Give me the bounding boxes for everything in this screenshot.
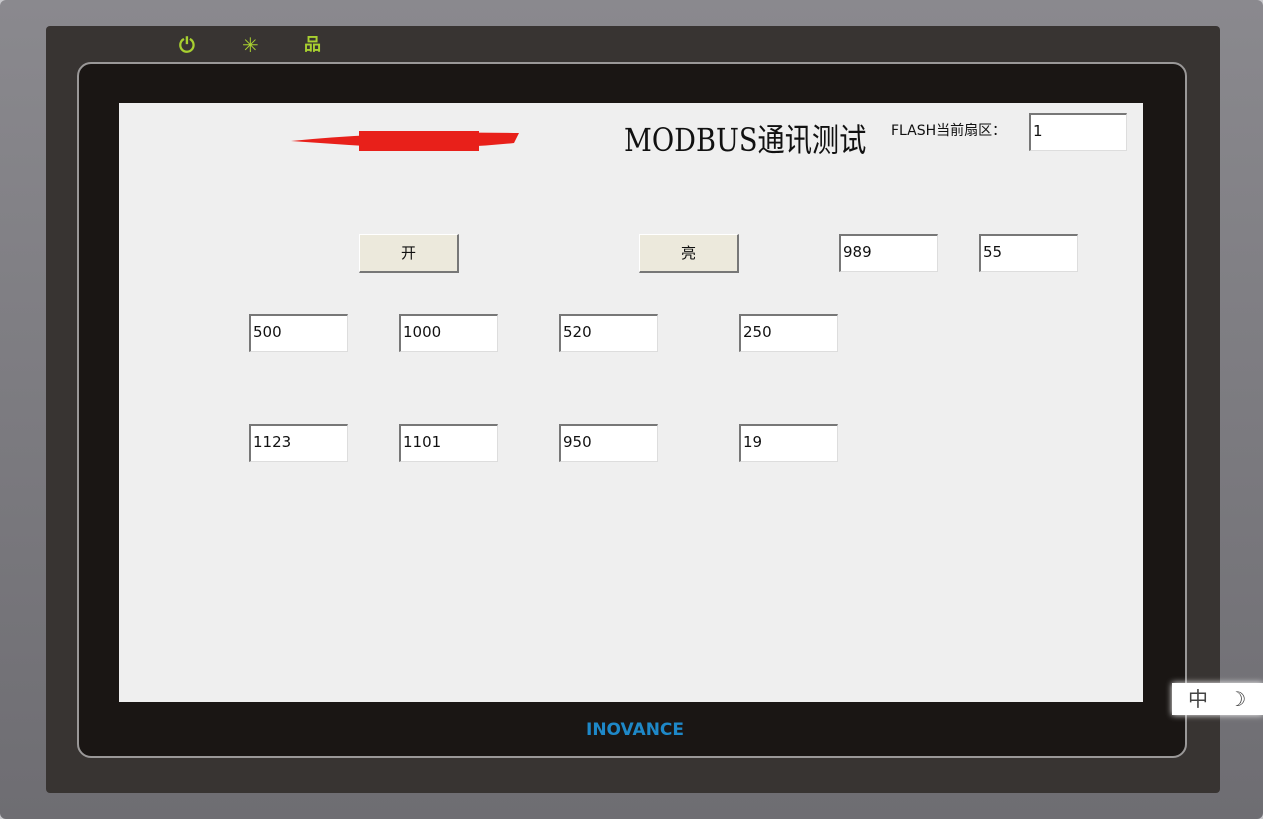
value-field[interactable]: 989: [839, 234, 938, 272]
network-icon: 品: [304, 35, 321, 55]
value-field[interactable]: 19: [739, 424, 838, 462]
activity-icon: ✳: [242, 33, 259, 57]
value-field[interactable]: 55: [979, 234, 1078, 272]
brand-logo: INOVANCE: [586, 720, 685, 740]
ime-toolbar[interactable]: 中 ☽: [1172, 683, 1263, 715]
open-button[interactable]: 开: [359, 234, 459, 273]
flash-sector-label: FLASH当前扇区：: [891, 123, 1007, 139]
value-field[interactable]: 1000: [399, 314, 498, 352]
value-field[interactable]: 1101: [399, 424, 498, 462]
hmi-screen: MODBUS通讯测试 FLASH当前扇区： 1 开 亮 989 55 500 1…: [119, 103, 1143, 702]
bright-button[interactable]: 亮: [639, 234, 739, 273]
page-title: MODBUS通讯测试: [624, 121, 867, 159]
half-width-icon[interactable]: ☽: [1228, 687, 1246, 711]
value-field[interactable]: 950: [559, 424, 658, 462]
ime-mode-indicator[interactable]: 中: [1188, 687, 1208, 711]
power-icon: ⏻: [179, 33, 195, 57]
value-field[interactable]: 520: [559, 314, 658, 352]
value-field[interactable]: 1123: [249, 424, 348, 462]
value-field[interactable]: 250: [739, 314, 838, 352]
flash-sector-field[interactable]: 1: [1029, 113, 1127, 151]
value-field[interactable]: 500: [249, 314, 348, 352]
redaction-mark: [291, 131, 519, 151]
